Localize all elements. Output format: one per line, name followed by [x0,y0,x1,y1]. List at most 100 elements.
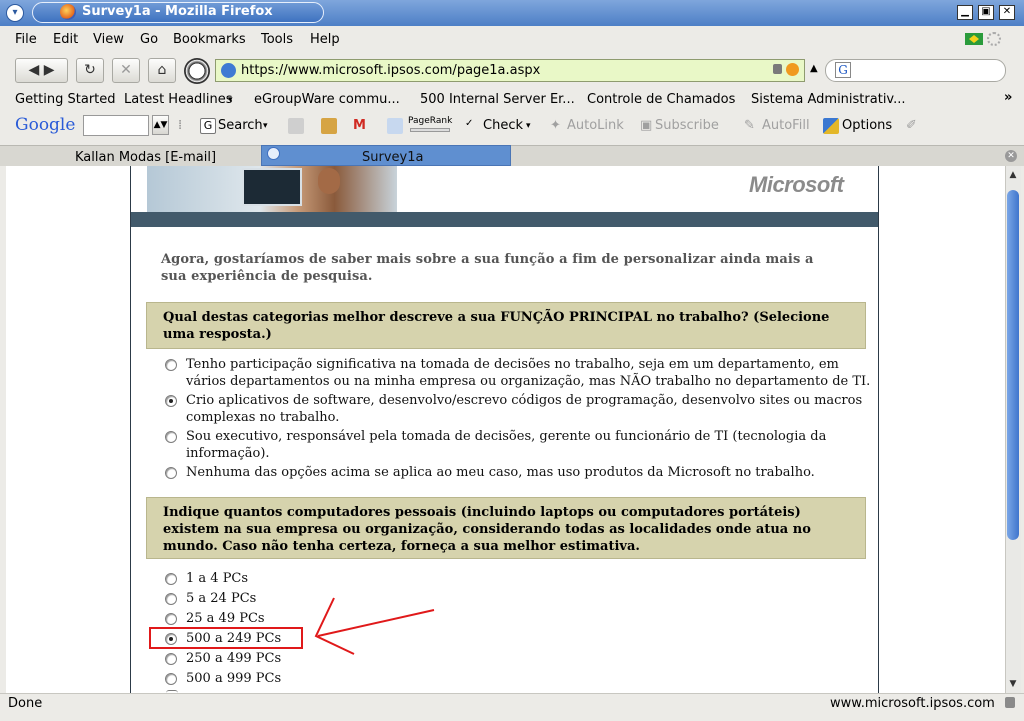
maximize-button[interactable]: ▣ [978,5,994,20]
menu-bookmarks[interactable]: Bookmarks [173,32,246,47]
question-function: Qual destas categorias melhor descreve a… [146,302,866,349]
site-identity-icon[interactable] [221,63,236,78]
option-label: Crio aplicativos de software, desenvolvo… [186,393,863,425]
chevron-down-icon[interactable]: ▾ [228,95,233,105]
google-g-icon[interactable]: G [200,118,216,134]
pagerank-label: PageRank [408,116,453,126]
option-label: 25 a 49 PCs [186,611,265,626]
radio-button[interactable] [165,359,177,371]
autolink-button[interactable]: AutoLink [567,118,624,133]
radio-button-selected[interactable] [165,395,177,407]
header-divider-bar [131,212,878,227]
pagerank-bar [410,128,450,132]
option-label: Tenho participação significativa na toma… [186,357,871,389]
close-tab-icon[interactable]: ✕ [1005,150,1017,162]
check-button[interactable]: Check [483,118,523,133]
option-label: 500 a 999 PCs [186,671,282,686]
google-search-input[interactable] [83,115,149,136]
annotation-arrow-path [314,597,435,655]
bookmark-500-error[interactable]: 500 Internal Server Er... [420,92,575,107]
menu-tools[interactable]: Tools [261,32,293,47]
search-dropdown-icon[interactable]: ▾ [263,121,268,131]
question-pc-count: Indique quantos computadores pessoais (i… [146,497,866,559]
radio-button[interactable] [165,673,177,685]
go-arrow-icon[interactable] [786,63,799,76]
option-label: Sou executivo, responsável pela tomada d… [186,429,827,461]
option-label: 5 a 24 PCs [186,591,257,606]
banner-person-image [318,168,340,194]
scroll-up-button[interactable]: ▲ [1006,168,1020,182]
options-button[interactable]: Options [842,118,892,133]
subscribe-button[interactable]: Subscribe [655,118,719,133]
radio-button[interactable] [165,431,177,443]
radio-button[interactable] [165,653,177,665]
home-button[interactable]: ⌂ [148,58,176,83]
window-title: Survey1a - Mozilla Firefox [82,4,273,19]
annotation-highlight-box [149,627,303,649]
google-search-dropdown[interactable]: ▲▼ [152,115,169,135]
bookmark-latest-headlines[interactable]: Latest Headlines [124,92,233,107]
padlock-icon[interactable] [773,64,782,74]
bookmark-sistema-administrativo[interactable]: Sistema Administrativ... [751,92,906,107]
brazil-flag-icon [965,33,983,45]
intro-text: Agora, gostaríamos de saber mais sobre a… [161,252,814,284]
radio-button[interactable] [165,613,177,625]
reload-button[interactable]: ↻ [76,58,104,83]
autolink-icon[interactable]: ✦ [550,118,561,133]
bookmarks-overflow-button[interactable]: » [1004,90,1012,105]
menu-go[interactable]: Go [140,32,158,47]
menu-view[interactable]: View [93,32,124,47]
stop-button[interactable]: ✕ [112,58,140,83]
menu-edit[interactable]: Edit [53,32,78,47]
bookmark-getting-started[interactable]: Getting Started [15,92,116,107]
browser-window: ▾ Survey1a - Mozilla Firefox ▁ ▣ ✕ File … [0,0,1024,721]
radio-button[interactable] [165,593,177,605]
close-window-button[interactable]: ✕ [999,5,1015,20]
microsoft-logo: Microsoft [749,172,844,197]
bookmark-controle-chamados[interactable]: Controle de Chamados [587,92,735,107]
status-host: www.microsoft.ipsos.com [830,696,995,711]
option-label: 1 a 4 PCs [186,571,249,586]
back-forward-button[interactable]: ◀ ▶ [15,58,68,83]
google-logo[interactable]: Google [15,115,75,135]
gmail-icon[interactable]: M [353,118,366,133]
news-icon[interactable] [321,118,337,134]
banner-monitor-image [242,168,302,206]
window-menu-button[interactable]: ▾ [6,4,24,22]
highlighter-icon[interactable]: ✐ [906,118,917,133]
tab-favicon-icon [267,147,280,160]
option-label: Nenhuma das opções acima se aplica ao me… [186,465,815,480]
throbber-icon [987,32,1001,46]
search-input[interactable] [825,59,1006,82]
tab-label-kallan-modas: Kallan Modas [E-mail] [75,150,217,165]
annotation-arrow [314,597,435,655]
url-text[interactable]: https://www.microsoft.ipsos.com/page1a.a… [241,63,540,78]
options-icon[interactable] [823,118,839,134]
spellcheck-icon[interactable]: ✓ [465,118,473,129]
status-text: Done [8,696,43,711]
radio-button[interactable] [165,573,177,585]
google-search-engine-icon[interactable]: G [835,62,851,78]
bookmark-egroupware[interactable]: eGroupWare commu... [254,92,400,107]
status-padlock-icon[interactable] [1005,697,1015,708]
google-search-button[interactable]: Search [218,118,263,133]
check-dropdown-icon[interactable]: ▾ [526,121,531,131]
soccer-ball-icon[interactable] [184,58,210,84]
minimize-button[interactable]: ▁ [957,5,973,20]
binoculars-icon[interactable] [288,118,304,134]
autofill-icon[interactable]: ✎ [744,118,755,133]
autofill-button[interactable]: AutoFill [762,118,810,133]
option-label: 250 a 499 PCs [186,651,282,666]
scroll-down-button[interactable]: ▼ [1006,677,1020,691]
radio-button[interactable] [165,467,177,479]
blogger-icon[interactable] [387,118,403,134]
google-logo-text: Google [15,115,76,135]
toolbar-grip-icon: ⁞ [178,118,183,133]
menu-help[interactable]: Help [310,32,340,47]
search-engine-dropdown-icon[interactable]: ▲ [810,63,818,74]
scrollbar-thumb[interactable] [1007,190,1019,540]
tab-label-survey1a: Survey1a [362,150,424,165]
subscribe-icon[interactable]: ▣ [640,118,652,133]
firefox-icon [60,4,76,20]
menu-file[interactable]: File [15,32,37,47]
